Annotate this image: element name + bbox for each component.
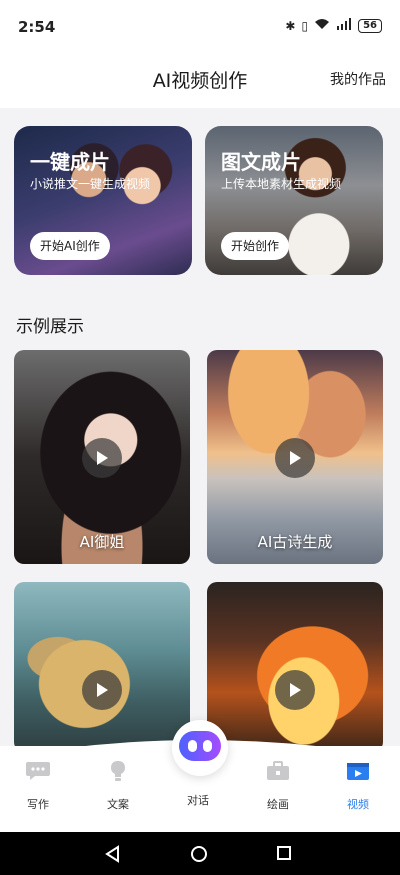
card-subtitle: 小说推文一键生成视频	[30, 177, 151, 191]
tab-label: 视频	[347, 798, 369, 811]
tab-copywriting[interactable]: 文案	[83, 760, 153, 812]
signal-icon	[336, 18, 352, 33]
card-subtitle: 上传本地素材生成视频	[221, 177, 342, 191]
wifi-icon	[314, 18, 330, 33]
start-create-button[interactable]: 开始创作	[221, 232, 290, 260]
play-icon	[290, 451, 301, 465]
tab-label: 对话	[187, 794, 209, 807]
bluetooth-icon: ✱	[285, 18, 296, 33]
tab-label: 写作	[27, 798, 49, 811]
tab-chat[interactable]: 对话	[163, 760, 233, 808]
status-bar: 2:54 ✱ ▯ 56	[0, 0, 400, 44]
vibrate-icon: ▯	[301, 18, 309, 33]
example-label: AI御姐	[79, 533, 125, 551]
tab-label: 文案	[107, 798, 129, 811]
example-image	[14, 582, 190, 752]
my-works-link[interactable]: 我的作品	[330, 69, 386, 89]
tab-writing[interactable]: 写作	[3, 760, 73, 812]
play-icon	[97, 683, 108, 697]
card-title: 图文成片	[221, 150, 301, 174]
examples-section-title: 示例展示	[16, 317, 84, 337]
example-tile-poem[interactable]: AI古诗生成	[207, 350, 383, 564]
tab-video[interactable]: 视频	[323, 760, 393, 812]
recents-icon[interactable]	[276, 845, 292, 861]
system-nav-bar	[0, 832, 400, 875]
example-tile-dragon[interactable]	[14, 582, 190, 752]
toolbox-icon	[267, 761, 289, 780]
play-icon	[290, 683, 301, 697]
play-icon	[97, 451, 108, 465]
example-label: AI古诗生成	[257, 533, 333, 551]
battery-indicator: 56	[358, 18, 382, 33]
card-title: 一键成片	[30, 150, 110, 174]
back-icon[interactable]	[104, 845, 120, 863]
app-header: AI视频创作 我的作品	[0, 44, 400, 108]
status-icons: ✱ ▯ 56	[285, 18, 382, 33]
start-ai-create-button[interactable]: 开始AI创作	[30, 232, 110, 260]
robot-icon	[179, 731, 221, 761]
example-tile-anime-woman[interactable]: AI御姐	[14, 350, 190, 564]
chat-bubble-icon	[26, 762, 50, 780]
one-click-video-card[interactable]: 一键成片 小说推文一键生成视频 开始AI创作	[14, 126, 192, 275]
play-button[interactable]	[82, 670, 122, 710]
video-icon	[347, 763, 369, 780]
example-tile-fire[interactable]	[207, 582, 383, 752]
image-text-video-card[interactable]: 图文成片 上传本地素材生成视频 开始创作	[205, 126, 383, 275]
status-time: 2:54	[18, 18, 56, 36]
lightbulb-icon	[111, 761, 125, 781]
example-image	[207, 582, 383, 752]
play-button[interactable]	[275, 438, 315, 478]
tab-label: 绘画	[267, 798, 289, 811]
play-button[interactable]	[82, 438, 122, 478]
home-icon[interactable]	[190, 845, 208, 863]
play-button[interactable]	[275, 670, 315, 710]
tab-drawing[interactable]: 绘画	[243, 760, 313, 812]
